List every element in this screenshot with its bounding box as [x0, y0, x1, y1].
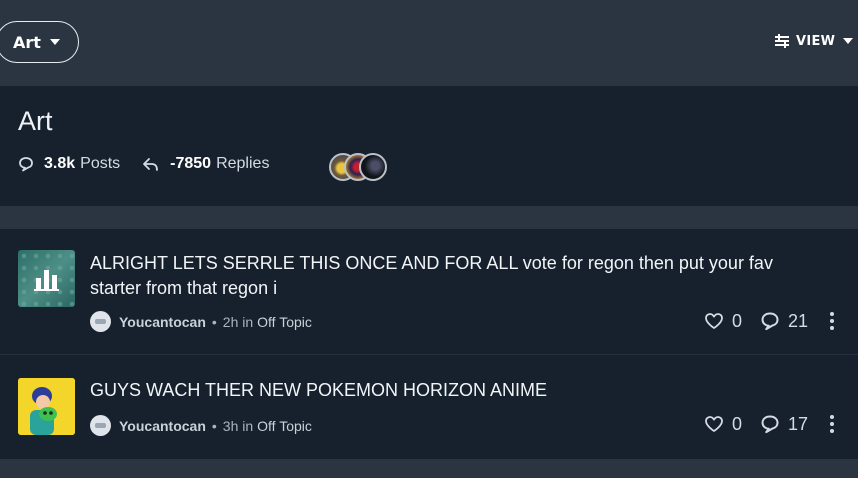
- list-item[interactable]: GUYS WACH THER NEW POKEMON HORIZON ANIME…: [0, 356, 858, 459]
- post-category[interactable]: Off Topic: [257, 314, 312, 330]
- reply-button[interactable]: 17: [760, 414, 808, 435]
- post-meta: Youcantocan • 3h in Off Topic: [90, 415, 312, 436]
- post-thumbnail[interactable]: [18, 378, 75, 435]
- like-button[interactable]: 0: [704, 414, 742, 435]
- post-meta: Youcantocan • 2h in Off Topic: [90, 311, 312, 332]
- meta-separator: •: [211, 417, 217, 434]
- view-options-label: VIEW: [796, 33, 836, 49]
- avatar[interactable]: [90, 415, 111, 436]
- post-author[interactable]: Youcantocan: [119, 314, 206, 330]
- reply-arrow-icon: [143, 158, 159, 171]
- heart-icon: [705, 313, 723, 329]
- view-options-button[interactable]: VIEW: [774, 32, 854, 50]
- poll-icon: [34, 270, 59, 291]
- reply-button[interactable]: 21: [760, 311, 808, 332]
- post-list: ALRIGHT LETS SERRLE THIS ONCE AND FOR AL…: [0, 229, 858, 459]
- post-time: 3h in: [222, 417, 254, 434]
- replies-label: Replies: [216, 155, 270, 172]
- page-title: Art: [18, 106, 53, 136]
- like-button[interactable]: 0: [704, 311, 742, 332]
- list-item[interactable]: ALRIGHT LETS SERRLE THIS ONCE AND FOR AL…: [0, 229, 858, 355]
- like-count: 0: [731, 413, 742, 434]
- chat-bubble-icon: [761, 415, 779, 434]
- replies-stat: -7850 Replies: [142, 155, 269, 173]
- like-count: 0: [731, 310, 742, 331]
- heart-icon: [705, 416, 723, 432]
- reply-count: 17: [787, 413, 808, 434]
- top-bar: Art VIEW: [0, 0, 858, 86]
- page-background-band: [0, 459, 858, 478]
- caret-down-icon: [49, 39, 60, 45]
- post-title[interactable]: GUYS WACH THER NEW POKEMON HORIZON ANIME: [90, 378, 820, 403]
- category-dropdown[interactable]: Art: [0, 21, 79, 63]
- caret-down-icon: [843, 38, 854, 44]
- meta-separator: •: [211, 313, 217, 330]
- chat-bubble-icon: [19, 157, 33, 172]
- avatar[interactable]: [90, 311, 111, 332]
- post-title[interactable]: ALRIGHT LETS SERRLE THIS ONCE AND FOR AL…: [90, 251, 820, 301]
- category-stats: 3.8k Posts -7850 Replies: [18, 155, 269, 173]
- post-actions: 0 17: [704, 413, 836, 435]
- sliders-icon: [775, 34, 789, 48]
- reply-count: 21: [787, 310, 808, 331]
- post-category[interactable]: Off Topic: [257, 418, 312, 434]
- posts-count: 3.8k: [44, 155, 76, 172]
- post-thumbnail[interactable]: [18, 250, 75, 307]
- posts-label: Posts: [80, 155, 121, 172]
- category-dropdown-label: Art: [13, 32, 41, 52]
- anime-character-image: [18, 378, 75, 435]
- post-author[interactable]: Youcantocan: [119, 418, 206, 434]
- post-time: 2h in: [222, 313, 254, 330]
- category-header: Art 3.8k Posts -7850 Replies: [0, 86, 858, 206]
- more-options-icon[interactable]: [828, 310, 836, 332]
- post-actions: 0 21: [704, 310, 836, 332]
- replies-count: -7850: [170, 155, 212, 172]
- chat-bubble-icon: [761, 312, 779, 331]
- posts-stat: 3.8k Posts: [18, 155, 120, 173]
- more-options-icon[interactable]: [828, 413, 836, 435]
- avatar[interactable]: [359, 153, 387, 181]
- contributor-avatars[interactable]: [329, 153, 387, 181]
